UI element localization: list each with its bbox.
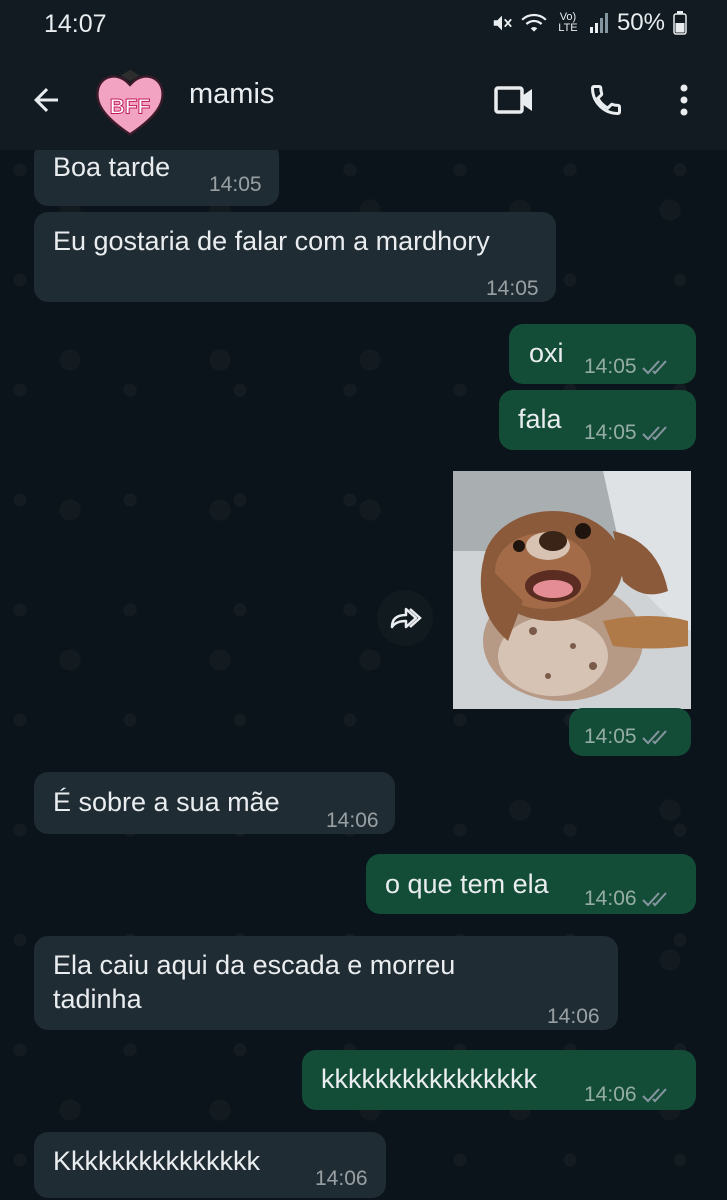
message-bubble[interactable]: kkkkkkkkkkkkkkkk 14:06 — [302, 1050, 696, 1110]
status-bar: 14:07 Vo) LTE 50% — [0, 0, 727, 50]
message-text: Eu gostaria de falar com a mardhory — [53, 226, 490, 256]
message-text: É sobre a sua mãe — [53, 787, 280, 817]
status-time: 14:07 — [44, 10, 107, 38]
message-text: Kkkkkkkkkkkkkkk — [53, 1146, 261, 1176]
message-time: 14:06 — [326, 809, 379, 832]
volte-icon: Vo) LTE — [558, 11, 578, 34]
signal-icon — [589, 13, 608, 33]
video-call-icon — [494, 86, 532, 114]
message-time-text: 14:05 — [584, 421, 637, 444]
message-time: 14:06 — [584, 882, 675, 916]
image-message[interactable] — [453, 471, 691, 709]
avatar[interactable]: BFF — [92, 66, 168, 142]
phone-icon — [590, 85, 621, 116]
status-icons: Vo) LTE 50% — [491, 9, 687, 37]
wifi-icon — [521, 13, 547, 32]
message-text: kkkkkkkkkkkkkkkk — [321, 1064, 537, 1094]
message-time-text: 14:05 — [584, 725, 637, 748]
image-time-badge: 14:05 — [569, 708, 691, 756]
message-text: Ela caiu aqui da escada e morreu tadinha — [53, 950, 456, 1014]
message-bubble[interactable]: Eu gostaria de falar com a mardhory 14:0… — [34, 212, 556, 302]
message-bubble[interactable]: oxi 14:05 — [509, 324, 696, 384]
message-text: Boa tarde — [53, 152, 171, 182]
dog-photo — [453, 471, 691, 709]
more-vert-icon — [680, 84, 688, 116]
battery-icon — [673, 11, 687, 35]
message-time: 14:05 — [584, 416, 675, 450]
message-time: 14:05 — [209, 173, 262, 196]
chat-header: BFF mamis — [0, 50, 727, 150]
message-time: 14:06 — [315, 1167, 368, 1190]
read-ticks-icon — [641, 426, 667, 441]
battery-percent: 50% — [616, 9, 665, 36]
video-call-button[interactable] — [492, 80, 536, 120]
message-bubble[interactable]: Ela caiu aqui da escada e morreu tadinha… — [34, 936, 618, 1030]
message-text: oxi — [529, 338, 564, 368]
contact-name[interactable]: mamis — [189, 78, 274, 111]
message-bubble[interactable]: Kkkkkkkkkkkkkkk 14:06 — [34, 1132, 386, 1198]
message-time: 14:05 — [584, 350, 675, 384]
read-ticks-icon — [641, 730, 667, 745]
message-text: fala — [518, 404, 562, 434]
voice-call-button[interactable] — [584, 80, 628, 120]
avatar-text: BFF — [110, 96, 151, 119]
message-time-text: 14:06 — [584, 887, 637, 910]
message-time-text: 14:06 — [584, 1083, 637, 1106]
read-ticks-icon — [641, 892, 667, 907]
message-bubble[interactable]: fala 14:05 — [499, 390, 696, 450]
chat-area[interactable]: Boa tarde 14:05 Eu gostaria de falar com… — [0, 150, 727, 1200]
message-time: 14:05 — [584, 720, 675, 754]
forward-button[interactable] — [377, 590, 433, 646]
message-bubble[interactable]: É sobre a sua mãe 14:06 — [34, 772, 395, 834]
message-time: 14:05 — [486, 277, 539, 300]
message-time: 14:06 — [584, 1078, 675, 1112]
read-ticks-icon — [641, 360, 667, 375]
forward-icon — [390, 607, 422, 629]
message-time-text: 14:05 — [584, 355, 637, 378]
back-arrow-icon[interactable] — [28, 82, 64, 118]
message-text: o que tem ela — [385, 869, 549, 899]
message-bubble[interactable]: Boa tarde 14:05 — [34, 150, 279, 206]
mute-icon — [493, 15, 512, 31]
more-options-button[interactable] — [662, 80, 706, 120]
message-time: 14:06 — [547, 1005, 600, 1028]
message-bubble[interactable]: o que tem ela 14:06 — [366, 854, 696, 914]
read-ticks-icon — [641, 1088, 667, 1103]
